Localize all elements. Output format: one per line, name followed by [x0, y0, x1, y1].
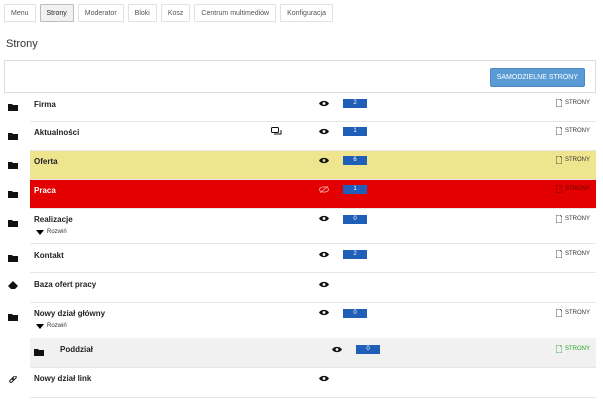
caret-down-icon [36, 323, 44, 329]
tab-kosz[interactable]: Kosz [160, 4, 191, 22]
row-title[interactable]: Realizacje [34, 215, 73, 224]
document-icon [556, 250, 562, 258]
standalone-pages-button[interactable]: SAMODZIELNE STRONY [489, 68, 585, 87]
comments-icon[interactable] [271, 127, 282, 136]
page-row: Realizacje Rozwiń 0 STRONY [8, 209, 596, 244]
tab-menu[interactable]: Menu [4, 4, 36, 22]
count-badge: 0 [343, 309, 367, 318]
pages-link-label: STRONY [565, 128, 591, 134]
count-badge: 2 [343, 99, 367, 108]
page-row: Firma 2 STRONY [8, 93, 596, 122]
eraser-icon [8, 281, 18, 289]
pages-link-label: STRONY [565, 186, 591, 192]
pages-link[interactable]: STRONY [556, 309, 590, 317]
pages-link[interactable]: STRONY [556, 127, 590, 135]
count-badge: 2 [343, 250, 367, 259]
row-title[interactable]: Poddział [60, 345, 93, 354]
folder-icon [8, 162, 18, 169]
page-row: Aktualności 1 STRONY [8, 122, 596, 151]
page-row: Baza ofert pracy [8, 273, 596, 303]
tab-konfiguracja[interactable]: Konfiguracja [280, 4, 334, 22]
eye-icon[interactable] [319, 375, 329, 382]
link-icon [9, 376, 17, 383]
document-icon [556, 127, 562, 135]
row-title[interactable]: Oferta [34, 157, 58, 166]
row-title[interactable]: Baza ofert pracy [34, 280, 96, 289]
page-row: Nowy dział link [9, 368, 596, 398]
folder-icon [8, 255, 18, 262]
page-title: Strony [6, 38, 38, 50]
row-title[interactable]: Praca [34, 186, 56, 195]
page-row: Oferta 6 STRONY [8, 151, 596, 180]
expand-toggle[interactable]: Rozwiń [36, 323, 67, 329]
eye-icon[interactable] [319, 309, 329, 316]
tab-bloki[interactable]: Bloki [127, 4, 157, 22]
pages-link-label: STRONY [565, 157, 591, 163]
folder-icon [8, 314, 18, 321]
count-badge: 6 [343, 156, 367, 165]
eye-icon[interactable] [319, 281, 329, 288]
subpage-row: Poddział 0 STRONY [30, 338, 596, 368]
row-title[interactable]: Firma [34, 100, 56, 109]
folder-icon [8, 133, 18, 140]
folder-icon [8, 220, 18, 227]
pages-link-label: STRONY [565, 346, 591, 352]
expand-label: Rozwiń [47, 323, 67, 329]
expand-label: Rozwiń [47, 229, 67, 235]
page-row: Nowy dział główny Rozwiń 0 STRONY [8, 303, 596, 338]
folder-icon [8, 191, 18, 198]
row-title[interactable]: Nowy dział główny [34, 309, 105, 318]
eye-icon[interactable] [332, 346, 342, 353]
document-icon [556, 215, 562, 223]
pages-link[interactable]: STRONY [556, 185, 590, 193]
document-icon [556, 185, 562, 193]
pages-link[interactable]: STRONY [556, 345, 590, 353]
count-badge: 0 [343, 215, 367, 224]
caret-down-icon [36, 229, 44, 235]
eye-slash-icon[interactable] [319, 186, 329, 193]
pages-link-label: STRONY [565, 310, 591, 316]
eye-icon[interactable] [319, 157, 329, 164]
pages-link-label: STRONY [565, 100, 591, 106]
page-row: Kontakt 2 STRONY [8, 244, 596, 273]
pages-link-label: STRONY [565, 216, 591, 222]
eye-icon[interactable] [319, 100, 329, 107]
tab-bar: Menu Strony Moderator Bloki Kosz Centrum… [4, 4, 334, 24]
tab-strony[interactable]: Strony [39, 4, 74, 22]
pages-link[interactable]: STRONY [556, 99, 590, 107]
count-badge: 1 [343, 127, 367, 136]
document-icon [556, 156, 562, 164]
row-title[interactable]: Aktualności [34, 128, 79, 137]
page-row: Praca 1 STRONY [8, 180, 596, 209]
tab-centrum-multimediow[interactable]: Centrum multimediów [194, 4, 277, 22]
pages-link[interactable]: STRONY [556, 250, 590, 258]
eye-icon[interactable] [319, 128, 329, 135]
count-badge: 1 [343, 185, 367, 194]
expand-toggle[interactable]: Rozwiń [36, 229, 67, 235]
tab-moderator[interactable]: Moderator [77, 4, 124, 22]
pages-link[interactable]: STRONY [556, 156, 590, 164]
row-title[interactable]: Kontakt [34, 251, 64, 260]
count-badge: 0 [356, 345, 380, 354]
folder-icon [8, 104, 18, 111]
eye-icon[interactable] [319, 251, 329, 258]
document-icon [556, 345, 562, 353]
document-icon [556, 309, 562, 317]
eye-icon[interactable] [319, 215, 329, 222]
toolbar-panel: SAMODZIELNE STRONY [4, 60, 596, 93]
pages-link-label: STRONY [565, 251, 591, 257]
folder-icon [34, 349, 44, 356]
document-icon [556, 99, 562, 107]
pages-link[interactable]: STRONY [556, 215, 590, 223]
row-title[interactable]: Nowy dział link [34, 374, 91, 383]
